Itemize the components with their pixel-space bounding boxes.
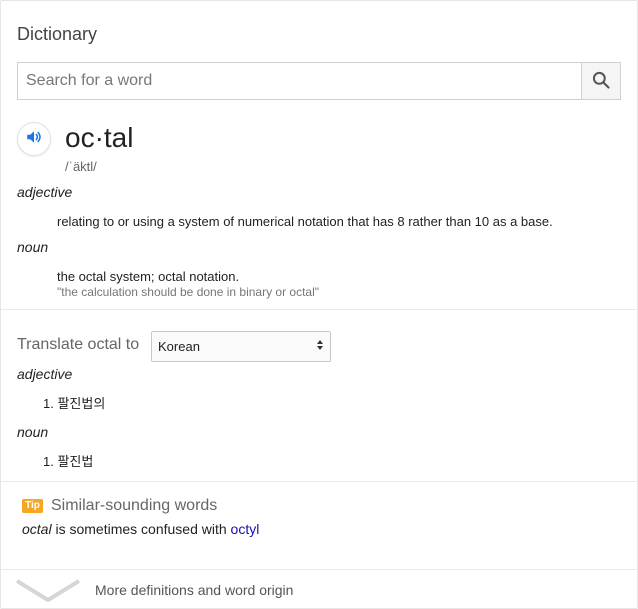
tip-word: octal (22, 521, 52, 537)
tip-connector: is sometimes confused with (51, 521, 231, 537)
divider (1, 569, 637, 570)
more-definitions-link[interactable]: More definitions and word origin (95, 582, 293, 598)
chevron-down-icon[interactable] (15, 578, 81, 609)
divider (1, 309, 637, 310)
pronunciation-button[interactable] (17, 122, 51, 156)
similar-word-link[interactable]: octyl (231, 521, 260, 537)
translation-item: 1. 팔진법의 (43, 396, 106, 411)
language-select[interactable]: Korean (151, 331, 331, 362)
search-box (17, 62, 621, 100)
tip-title: Similar-sounding words (51, 497, 218, 514)
headword: oc·tal (65, 122, 134, 153)
search-input[interactable] (18, 63, 581, 99)
phonetic-spelling: /ˈäktl/ (65, 159, 97, 174)
translation-item: 1. 팔진법 (43, 454, 94, 469)
translate-label: Translate octal to (17, 336, 140, 353)
example-sentence: "the calculation should be done in binar… (57, 285, 320, 299)
translation-pos-noun: noun (17, 424, 49, 440)
definition-adjective: relating to or using a system of numeric… (57, 214, 553, 229)
card-title: Dictionary (17, 24, 98, 44)
part-of-speech-adjective: adjective (17, 184, 73, 200)
search-icon (591, 70, 611, 93)
translation-pos-adjective: adjective (17, 366, 73, 382)
search-button[interactable] (581, 63, 620, 99)
part-of-speech-noun: noun (17, 239, 49, 255)
tip-badge: Tip (22, 499, 43, 513)
definition-noun: the octal system; octal notation. (57, 269, 240, 284)
tip-text: octal is sometimes confused with octyl (22, 521, 259, 537)
dictionary-card: Dictionary oc·tal /ˈäktl/ adjective rela… (0, 0, 638, 609)
speaker-icon (25, 128, 43, 151)
divider (1, 481, 637, 482)
language-select-value: Korean (158, 339, 200, 354)
select-arrows-icon (316, 339, 324, 354)
